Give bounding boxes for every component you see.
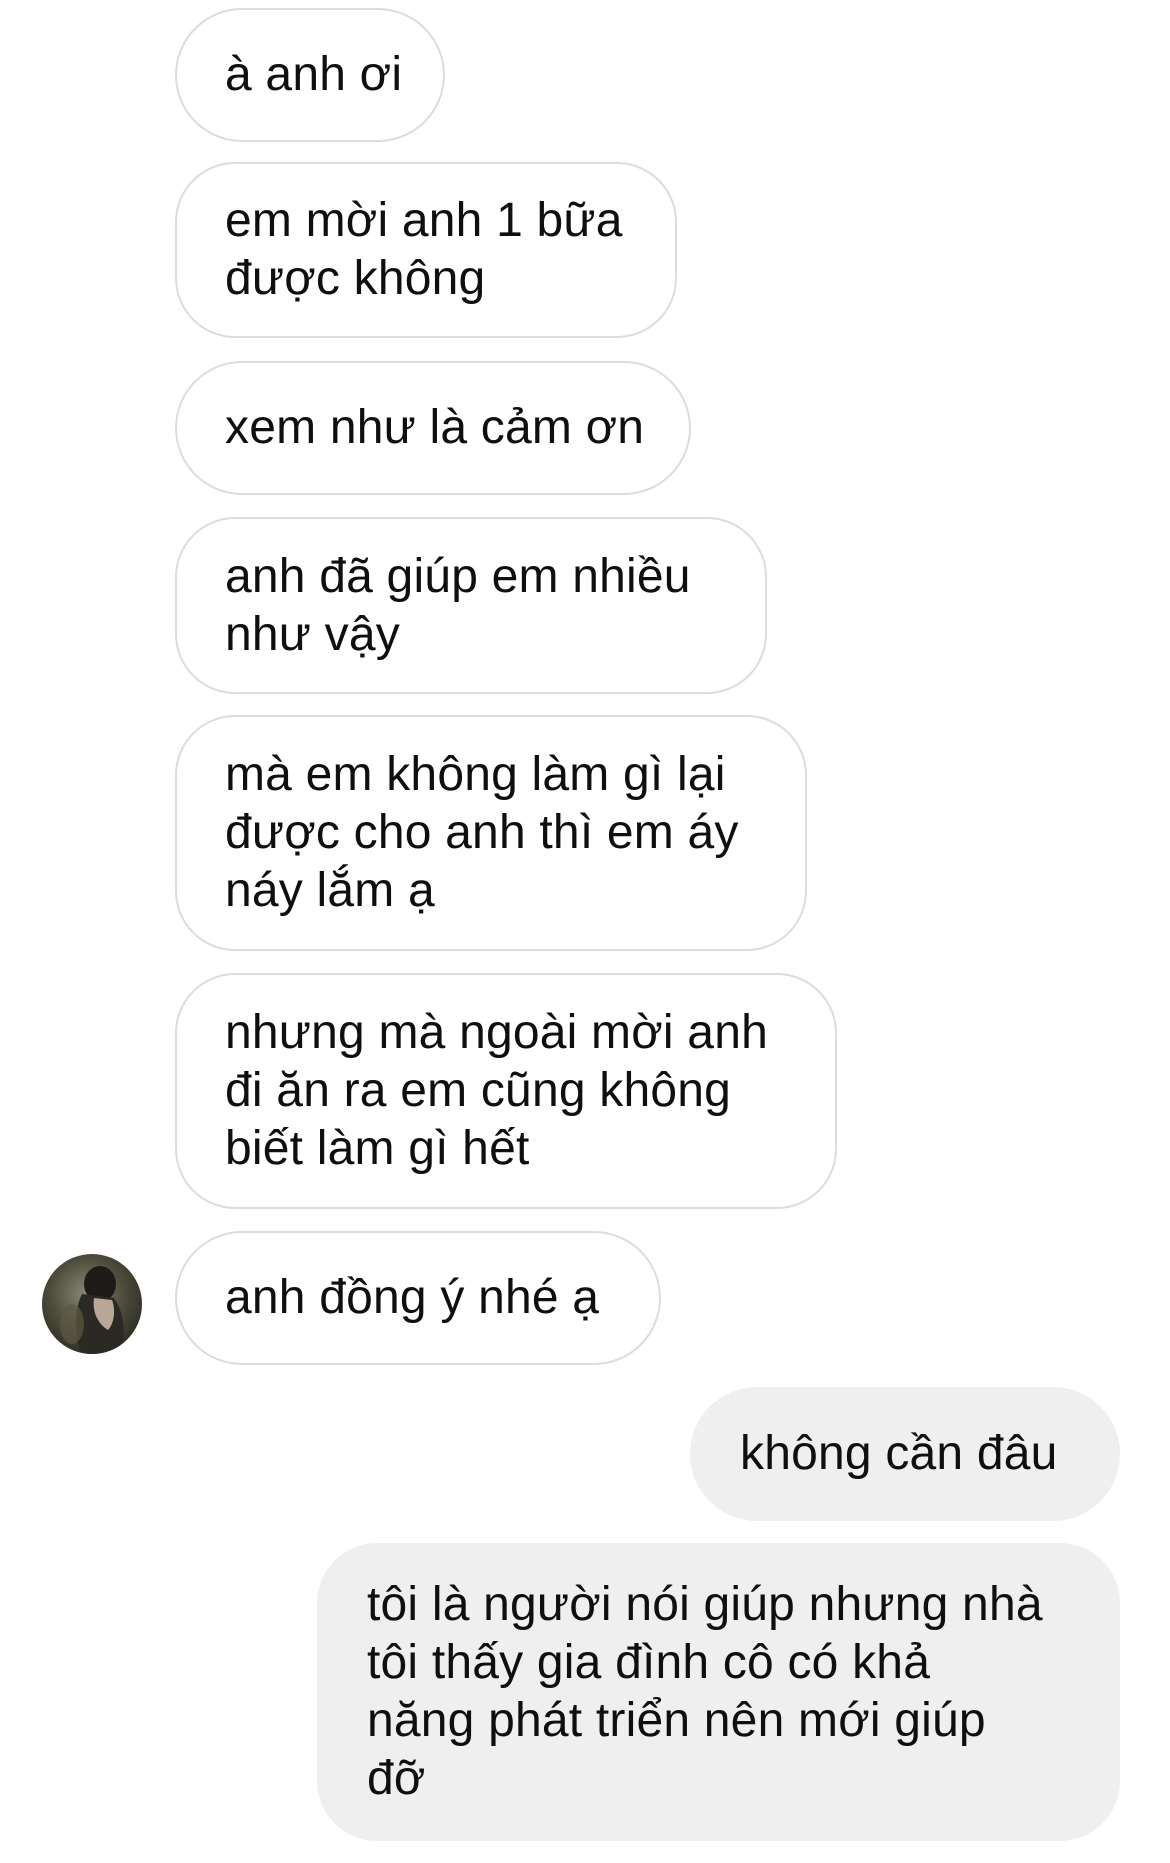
message-text: à anh ơi xyxy=(225,48,403,101)
message-bubble-incoming[interactable]: anh đồng ý nhé ạ xyxy=(175,1231,661,1365)
message-bubble-incoming[interactable]: em mời anh 1 bữa được không xyxy=(175,162,677,338)
message-bubble-incoming[interactable]: à anh ơi xyxy=(175,8,445,142)
message-text: anh đã giúp em nhiều như vậy xyxy=(225,549,691,661)
message-text: nhưng mà ngoài mời anh đi ăn ra em cũng … xyxy=(225,1006,768,1175)
message-bubble-incoming[interactable]: xem như là cảm ơn xyxy=(175,361,691,495)
message-bubble-incoming[interactable]: nhưng mà ngoài mời anh đi ăn ra em cũng … xyxy=(175,973,837,1209)
message-bubble-outgoing[interactable]: không cần đâu xyxy=(690,1387,1120,1521)
message-bubble-outgoing[interactable]: tôi là người nói giúp nhưng nhà tôi thấy… xyxy=(317,1543,1120,1841)
message-text: tôi là người nói giúp nhưng nhà tôi thấy… xyxy=(367,1578,1043,1805)
message-bubble-incoming[interactable]: mà em không làm gì lại được cho anh thì … xyxy=(175,715,807,951)
avatar-photo-icon xyxy=(60,1266,124,1354)
sender-avatar[interactable] xyxy=(42,1254,142,1354)
message-bubble-incoming[interactable]: anh đã giúp em nhiều như vậy xyxy=(175,517,767,694)
message-text: anh đồng ý nhé ạ xyxy=(225,1271,600,1324)
message-text: không cần đâu xyxy=(740,1427,1058,1480)
message-text: xem như là cảm ơn xyxy=(225,401,645,454)
message-text: em mời anh 1 bữa được không xyxy=(225,194,623,305)
message-text: mà em không làm gì lại được cho anh thì … xyxy=(225,748,739,917)
